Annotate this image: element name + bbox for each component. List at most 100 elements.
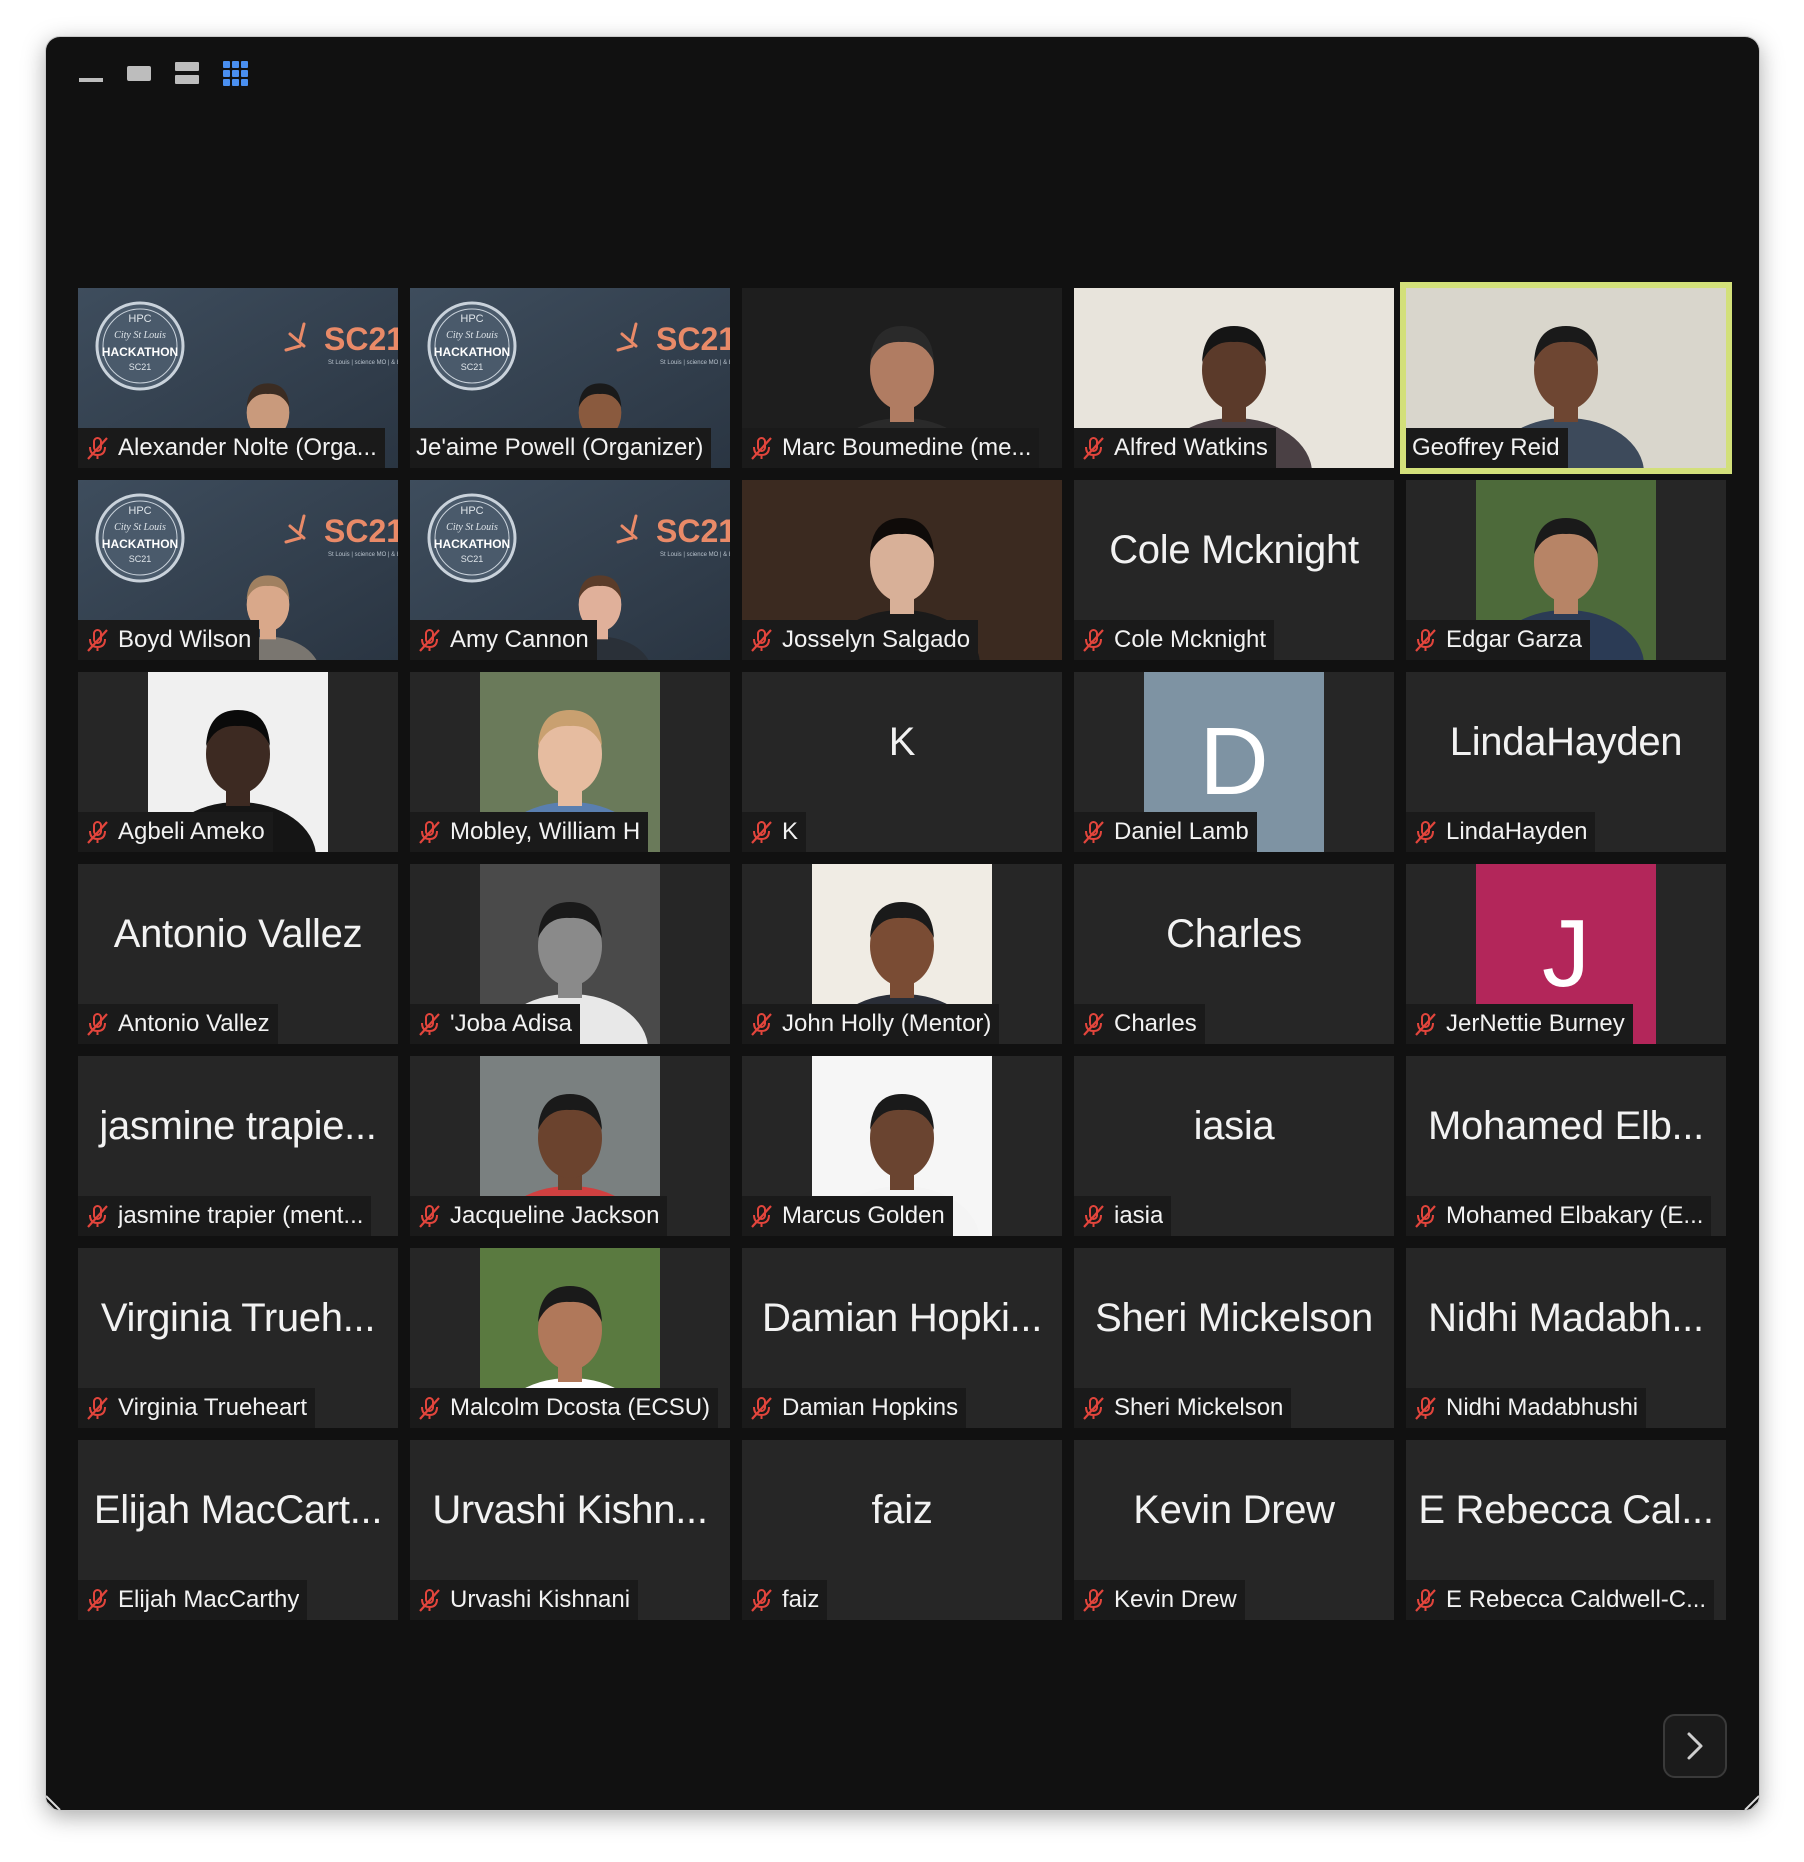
name-card: Nidhi Madabh... [1428,1295,1704,1340]
participant-name-label: Charles [1074,1004,1205,1044]
participant-name-label: Marcus Golden [742,1196,953,1236]
participant-tile-daniel-lamb[interactable]: D Daniel Lamb [1074,672,1394,852]
participant-tile-virginia-trueheart[interactable]: Virginia Trueh... Virginia Trueheart [78,1248,398,1428]
muted-mic-icon [87,1205,108,1228]
name-card: Mohamed Elb... [1428,1103,1704,1148]
participant-tile-jernettie-burney[interactable]: J JerNettie Burney [1406,864,1726,1044]
participant-tile-josselyn-salgado[interactable]: Josselyn Salgado [742,480,1062,660]
participant-tile-je-aime-powell-organizer[interactable]: HPC City St Louis HACKATHON SC21 SC21 St Loui… [410,288,730,468]
participant-name: Charles [1114,1010,1197,1037]
participant-name: jasmine trapier (ment... [118,1202,364,1229]
resize-handle-left[interactable] [46,1788,68,1810]
participant-name: E Rebecca Caldwell-C... [1446,1586,1707,1613]
name-card: Charles [1166,911,1302,956]
muted-mic-icon [1415,1205,1436,1228]
participant-tile-geoffrey-reid[interactable]: Geoffrey Reid [1400,282,1732,474]
participant-name: Edgar Garza [1446,626,1583,653]
participant-tile-sheri-mickelson[interactable]: Sheri Mickelson Sheri Mickelson [1074,1248,1394,1428]
participant-name: Alfred Watkins [1114,434,1268,461]
minimize-view-button[interactable] [78,60,104,86]
muted-mic-icon [87,1013,108,1036]
svg-text:St Louis | science MO | & beyo: St Louis | science MO | & beyond [660,552,730,558]
participant-tile-kevin-drew[interactable]: Kevin Drew Kevin Drew [1074,1440,1394,1620]
participant-name: Kevin Drew [1114,1586,1237,1613]
participant-tile-jacqueline-jackson[interactable]: Jacqueline Jackson [410,1056,730,1236]
participant-name-label: Antonio Vallez [78,1004,278,1044]
participant-name: Sheri Mickelson [1114,1394,1284,1421]
svg-text:St Louis | science MO | & beyo: St Louis | science MO | & beyond [660,360,730,366]
participant-name: Virginia Trueheart [118,1394,307,1421]
participant-name: Jacqueline Jackson [450,1202,660,1229]
participant-tile-charles[interactable]: Charles Charles [1074,864,1394,1044]
participant-tile-john-holly-mentor[interactable]: John Holly (Mentor) [742,864,1062,1044]
muted-mic-icon [1083,1205,1104,1228]
participant-tile-alexander-nolte-orga[interactable]: HPC City St Louis HACKATHON SC21 SC21 St Loui… [78,288,398,468]
svg-text:City St Louis: City St Louis [114,522,166,533]
participant-tile-elijah-maccarthy[interactable]: Elijah MacCart... Elijah MacCarthy [78,1440,398,1620]
muted-mic-icon [1083,1013,1104,1036]
participant-tile-antonio-vallez[interactable]: Antonio Vallez Antonio Vallez [78,864,398,1044]
gallery-view-button[interactable] [222,60,248,86]
participant-name-label: Josselyn Salgado [742,620,979,660]
chevron-right-icon [1687,1732,1703,1760]
participant-name: Alexander Nolte (Orga... [118,434,377,461]
svg-text:SC21: SC21 [461,362,484,372]
participant-name-label: Virginia Trueheart [78,1388,315,1428]
resize-handle-right[interactable] [1737,1788,1759,1810]
participant-tile-lindahayden[interactable]: LindaHayden LindaHayden [1406,672,1726,852]
participant-tile-e-rebecca-caldwell-c[interactable]: E Rebecca Cal... E Rebecca Caldwell-C... [1406,1440,1726,1620]
participant-tile-edgar-garza[interactable]: Edgar Garza [1406,480,1726,660]
speaker-view-button[interactable] [126,60,152,86]
participant-name: Mobley, William H [450,818,641,845]
participant-name-label: E Rebecca Caldwell-C... [1406,1580,1715,1620]
participant-tile-iasia[interactable]: iasia iasia [1074,1056,1394,1236]
participant-tile-joba-adisa[interactable]: 'Joba Adisa [410,864,730,1044]
participant-tile-nidhi-madabhushi[interactable]: Nidhi Madabh... Nidhi Madabhushi [1406,1248,1726,1428]
participant-name-label: Urvashi Kishnani [410,1580,639,1620]
participant-tile-urvashi-kishnani[interactable]: Urvashi Kishn... Urvashi Kishnani [410,1440,730,1620]
muted-mic-icon [419,821,440,844]
participant-tile-damian-hopkins[interactable]: Damian Hopki... Damian Hopkins [742,1248,1062,1428]
participant-name-label: Cole Mcknight [1074,620,1275,660]
participant-name: Amy Cannon [450,626,589,653]
name-card: Virginia Trueh... [100,1295,376,1340]
participant-tile-malcolm-dcosta-ecsu[interactable]: Malcolm Dcosta (ECSU) [410,1248,730,1428]
participant-name-label: Amy Cannon [410,620,597,660]
muted-mic-icon [1083,1589,1104,1612]
strip-view-button[interactable] [174,60,200,86]
participant-name: Boyd Wilson [118,626,252,653]
muted-mic-icon [1083,821,1104,844]
participant-tile-cole-mcknight[interactable]: Cole Mcknight Cole Mcknight [1074,480,1394,660]
participant-name-label: iasia [1074,1196,1172,1236]
muted-mic-icon [1415,821,1436,844]
participant-tile-jasmine-trapier-ment[interactable]: jasmine trapie... jasmine trapier (ment..… [78,1056,398,1236]
name-card: LindaHayden [1449,719,1683,764]
participant-name-label: faiz [742,1580,828,1620]
participant-tile-mohamed-elbakary-e[interactable]: Mohamed Elb... Mohamed Elbakary (E... [1406,1056,1726,1236]
participant-name: 'Joba Adisa [450,1010,573,1037]
muted-mic-icon [751,1013,772,1036]
muted-mic-icon [751,437,772,460]
participant-tile-alfred-watkins[interactable]: Alfred Watkins [1074,288,1394,468]
next-page-button[interactable] [1663,1714,1727,1778]
svg-text:City St Louis: City St Louis [446,330,498,341]
participant-name-label: Jacqueline Jackson [410,1196,668,1236]
muted-mic-icon [751,629,772,652]
participant-tile-marcus-golden[interactable]: Marcus Golden [742,1056,1062,1236]
muted-mic-icon [1415,1013,1436,1036]
participant-name: Damian Hopkins [782,1394,959,1421]
participant-tile-marc-boumedine-me[interactable]: Marc Boumedine (me... [742,288,1062,468]
participant-name-label: LindaHayden [1406,812,1596,852]
name-card: K [888,719,916,764]
name-card: jasmine trapie... [99,1103,377,1148]
name-card: iasia [1193,1103,1275,1148]
participant-tile-k[interactable]: KK [742,672,1062,852]
participant-tile-amy-cannon[interactable]: HPC City St Louis HACKATHON SC21 SC21 St Loui… [410,480,730,660]
muted-mic-icon [1415,629,1436,652]
participant-tile-mobley-william-h[interactable]: Mobley, William H [410,672,730,852]
participant-tile-boyd-wilson[interactable]: HPC City St Louis HACKATHON SC21 SC21 St Loui… [78,480,398,660]
muted-mic-icon [419,629,440,652]
participant-tile-faiz[interactable]: faiz faiz [742,1440,1062,1620]
participant-name-label: Alfred Watkins [1074,428,1276,468]
participant-tile-agbeli-ameko[interactable]: Agbeli Ameko [78,672,398,852]
